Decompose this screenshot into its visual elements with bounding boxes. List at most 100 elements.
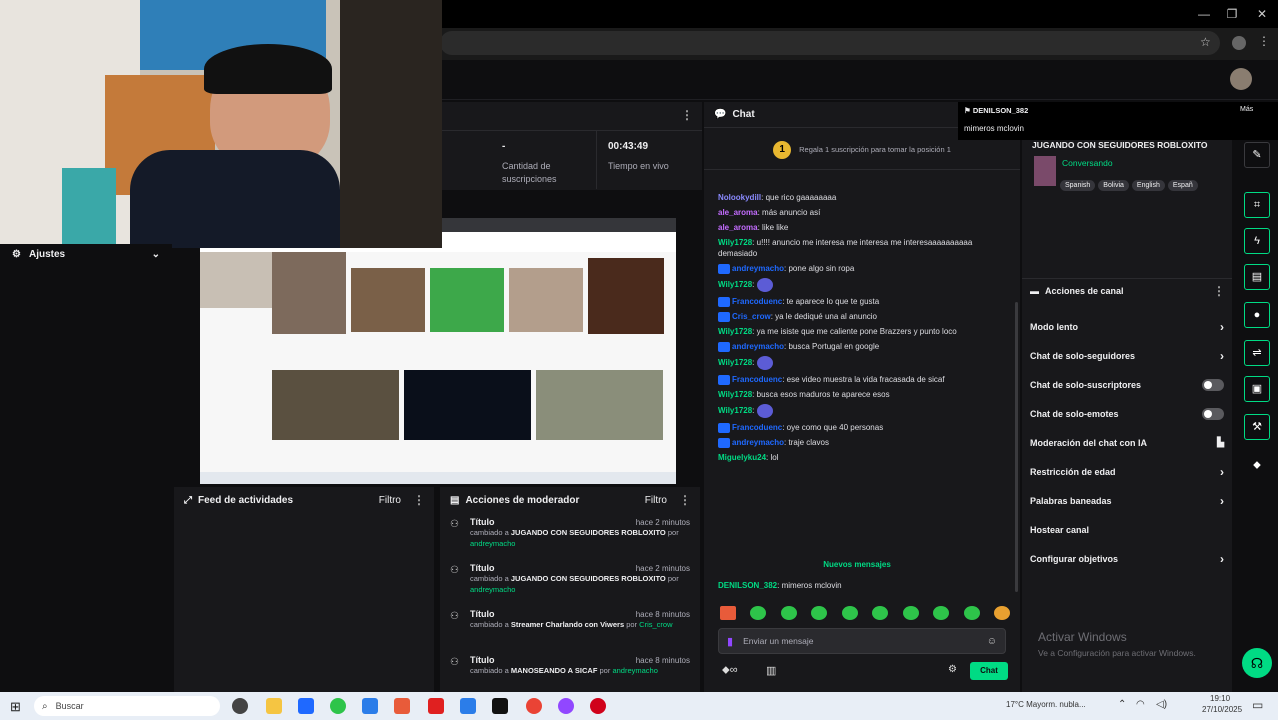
edge-icon[interactable]	[298, 698, 314, 714]
weather-widget[interactable]: 17°C Mayorm. nubla...	[1006, 700, 1086, 709]
whatsapp-icon[interactable]	[330, 698, 346, 714]
browser-menu-icon[interactable]: ⋮	[1258, 34, 1270, 48]
category-box-art[interactable]	[1034, 156, 1056, 186]
gift-icon[interactable]: ▥	[766, 664, 776, 677]
tag[interactable]: Españ	[1167, 180, 1198, 191]
mod-action-user[interactable]: andreymacho	[612, 666, 657, 675]
avatar[interactable]	[1230, 68, 1252, 90]
add-action-icon[interactable]: ⬥	[1244, 452, 1270, 478]
taskbar-search[interactable]: ⌕ Buscar	[34, 696, 220, 716]
tray-chevron-icon[interactable]: ⌃	[1118, 699, 1126, 710]
ad-icon[interactable]: ▣	[1244, 376, 1270, 402]
stream-category[interactable]: Conversando	[1062, 158, 1113, 168]
profile-icon[interactable]	[1232, 36, 1246, 50]
channel-action-row[interactable]: Chat de solo-emotes	[1022, 399, 1232, 428]
chat-username[interactable]: andreymacho	[732, 342, 784, 351]
badge-icon[interactable]	[718, 263, 730, 274]
bits-icon[interactable]: ⬥∞	[722, 664, 738, 677]
badge-icon[interactable]	[718, 341, 730, 352]
tag[interactable]: Spanish	[1060, 180, 1096, 191]
chat-username[interactable]: Francoduenc	[732, 375, 782, 384]
chat-username[interactable]: Cris_crow	[732, 312, 771, 321]
emote-icon[interactable]	[841, 606, 858, 620]
chat-username[interactable]: andreymacho	[732, 264, 784, 273]
close-button[interactable]: ✕	[1254, 6, 1270, 22]
obs-icon[interactable]	[590, 698, 606, 714]
chat-scrollbar[interactable]	[1015, 302, 1018, 592]
raid-icon[interactable]: ⇌	[1244, 340, 1270, 366]
channel-action-row[interactable]: Moderación del chat con IA ▙	[1022, 428, 1232, 457]
twitch-icon[interactable]	[558, 698, 574, 714]
tag[interactable]: Bolivia	[1098, 180, 1129, 191]
chevron-down-icon[interactable]: ⌄	[152, 249, 160, 260]
emote-icon[interactable]	[872, 606, 889, 620]
chat-input[interactable]: ▮ Enviar un mensaje ☺	[718, 628, 1006, 654]
task-view-icon[interactable]	[232, 698, 248, 714]
mod-action-user[interactable]: Cris_crow	[639, 620, 672, 629]
mod-filter-button[interactable]: Filtro	[645, 495, 667, 506]
windows-start-icon[interactable]: ⊞	[10, 699, 21, 715]
channel-action-row[interactable]: Configurar objetivos ›	[1022, 544, 1232, 573]
emoji-icon[interactable]: ☺	[987, 636, 997, 647]
volume-icon[interactable]: ◁)	[1156, 699, 1167, 710]
minimize-button[interactable]: —	[1196, 6, 1212, 22]
chat-username[interactable]: Francoduenc	[732, 297, 782, 306]
badge-icon[interactable]	[718, 422, 730, 433]
chat-username[interactable]: ale_aroma	[718, 208, 758, 217]
network-icon[interactable]: ◠	[1136, 699, 1145, 710]
badge-icon[interactable]	[718, 437, 730, 448]
edit-icon[interactable]: ✎	[1244, 142, 1270, 168]
bolt-icon[interactable]: ϟ	[1244, 228, 1270, 254]
emote-icon[interactable]	[811, 606, 828, 620]
emote-icon[interactable]	[963, 606, 980, 620]
chat-username[interactable]: ale_aroma	[718, 223, 758, 232]
chat-send-button[interactable]: Chat	[970, 662, 1008, 680]
chat-popup[interactable]: ⚑ DENILSON_382 Más mimeros mclovin	[958, 102, 1278, 140]
tiktok-icon[interactable]	[492, 698, 508, 714]
clock-time[interactable]: 19:10	[1210, 694, 1230, 703]
youtube-icon[interactable]	[428, 698, 444, 714]
store-icon[interactable]	[362, 698, 378, 714]
popup-more-button[interactable]: Más	[1240, 106, 1253, 113]
chat-username[interactable]: Wily1728	[718, 327, 752, 336]
chat-username[interactable]: DENILSON_382	[718, 581, 777, 590]
mod-action-user[interactable]: andreymacho	[470, 585, 515, 594]
toggle-switch[interactable]	[1202, 378, 1224, 391]
chat-username[interactable]: Nolookydill	[718, 193, 761, 202]
address-bar[interactable]	[440, 31, 1220, 55]
clip-icon[interactable]: ⌗	[1244, 192, 1270, 218]
badge-icon[interactable]	[718, 374, 730, 385]
more-options-icon[interactable]: ⋮	[681, 108, 693, 122]
emote-icon[interactable]	[720, 606, 736, 620]
badge-icon[interactable]	[718, 311, 730, 322]
channel-action-row[interactable]: Hostear canal	[1022, 515, 1232, 544]
chat-username[interactable]: andreymacho	[732, 438, 784, 447]
badge-icon[interactable]	[718, 296, 730, 307]
tag[interactable]: English	[1131, 180, 1165, 191]
chat-username[interactable]: Francoduenc	[732, 423, 782, 432]
emote-icon[interactable]	[780, 606, 797, 620]
settings-section[interactable]: ⚙ Ajustes ⌄	[0, 244, 172, 264]
more-options-icon[interactable]: ⋮	[413, 493, 425, 507]
emote-icon[interactable]	[750, 606, 767, 620]
emote-icon[interactable]	[993, 606, 1010, 620]
file-explorer-icon[interactable]	[266, 698, 282, 714]
channel-action-row[interactable]: Modo lento ›	[1022, 312, 1232, 341]
chat-username[interactable]: Wily1728	[718, 406, 752, 415]
notifications-icon[interactable]: ▭	[1252, 698, 1263, 712]
bookmark-star-icon[interactable]: ☆	[1200, 35, 1211, 49]
office-icon[interactable]	[394, 698, 410, 714]
wrench-icon[interactable]: ⚒	[1244, 414, 1270, 440]
clock-date[interactable]: 27/10/2025	[1202, 705, 1242, 714]
stream-preview[interactable]	[200, 218, 676, 484]
toggle-switch[interactable]	[1202, 407, 1224, 420]
chat-username[interactable]: Wily1728	[718, 358, 752, 367]
more-options-icon[interactable]: ⋮	[679, 493, 691, 507]
chat-username[interactable]: Miguelyku24	[718, 453, 766, 462]
chat-username[interactable]: Wily1728	[718, 390, 752, 399]
maximize-button[interactable]: ❐	[1224, 6, 1240, 22]
emote-icon[interactable]	[933, 606, 950, 620]
mod-action-user[interactable]: andreymacho	[470, 539, 515, 548]
new-messages-divider[interactable]: Nuevos mensajes	[704, 560, 1010, 572]
notes-icon[interactable]: ▤	[1244, 264, 1270, 290]
